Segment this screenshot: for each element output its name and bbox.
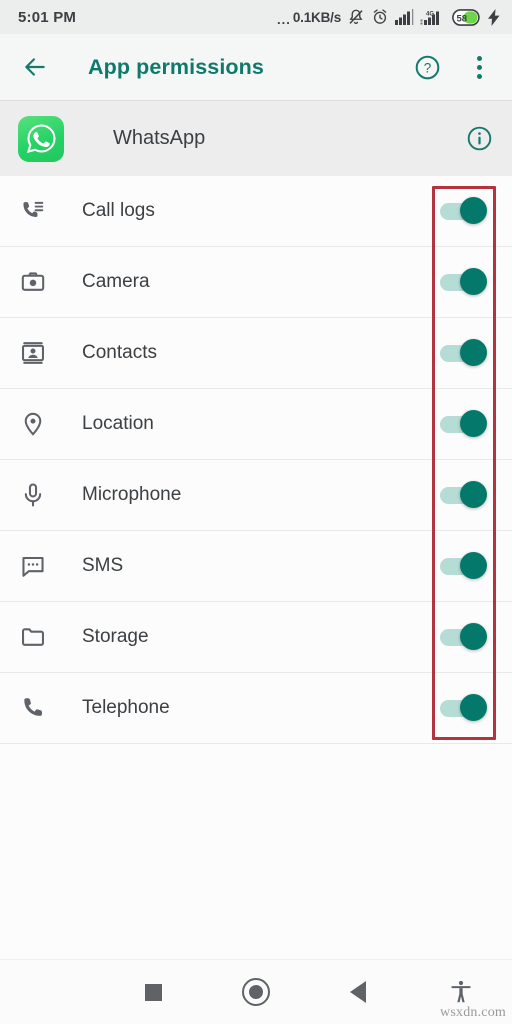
call-logs-icon [16, 194, 50, 228]
status-bar: 5:01 PM ... 0.1KB/s 4G 58 [0, 0, 512, 34]
permission-row-call-logs[interactable]: Call logs [0, 176, 512, 247]
network-activity-dots-icon: ... [277, 11, 291, 27]
kebab-menu-icon [476, 55, 482, 79]
permission-row-location[interactable]: Location [0, 389, 512, 460]
screen: 5:01 PM ... 0.1KB/s 4G 58 App permission… [0, 0, 512, 1024]
app-bar-actions: ? [412, 52, 494, 82]
toggle-thumb [460, 623, 487, 650]
phone-icon [16, 691, 50, 725]
status-bar-icons: ... 0.1KB/s 4G 58 [277, 8, 500, 26]
location-pin-icon [16, 407, 50, 441]
signal-bars-icon [395, 9, 414, 25]
permission-toggle-location[interactable] [438, 410, 494, 438]
permission-toggle-telephone[interactable] [438, 694, 494, 722]
home-button[interactable] [205, 960, 307, 1024]
toggle-thumb [460, 197, 487, 224]
app-info-button[interactable] [464, 124, 494, 154]
sms-icon [16, 549, 50, 583]
square-icon [145, 983, 163, 1001]
permission-label: Microphone [82, 484, 182, 505]
toggle-thumb [460, 694, 487, 721]
info-icon [467, 126, 491, 151]
permission-toggle-sms[interactable] [438, 552, 494, 580]
permission-row-telephone[interactable]: Telephone [0, 673, 512, 744]
microphone-icon [16, 478, 50, 512]
permission-row-storage[interactable]: Storage [0, 602, 512, 673]
app-header-row[interactable]: WhatsApp [0, 100, 512, 176]
network-speed-value: 0.1KB/s [292, 9, 341, 25]
status-bar-time: 5:01 PM [18, 8, 77, 26]
network-speed-indicator: ... 0.1KB/s [277, 9, 341, 27]
triangle-icon [350, 981, 367, 1003]
permission-toggle-camera[interactable] [438, 268, 494, 296]
permission-row-contacts[interactable]: Contacts [0, 318, 512, 389]
permission-toggle-storage[interactable] [438, 623, 494, 651]
camera-icon [16, 265, 50, 299]
permission-label: Telephone [82, 697, 170, 718]
permission-label: Contacts [82, 342, 157, 363]
back-arrow-icon [25, 58, 45, 76]
permission-label: Location [82, 413, 154, 434]
permission-toggle-contacts[interactable] [438, 339, 494, 367]
permission-label: Call logs [82, 200, 155, 221]
bell-muted-icon [347, 8, 365, 26]
back-button[interactable] [18, 50, 52, 84]
contacts-icon [16, 336, 50, 370]
permission-toggle-call-logs[interactable] [438, 197, 494, 225]
permission-label: Camera [82, 271, 150, 292]
permission-row-microphone[interactable]: Microphone [0, 460, 512, 531]
permission-label: Storage [82, 626, 149, 647]
circle-icon [242, 978, 271, 1006]
accessibility-icon [451, 980, 471, 1003]
battery-icon: 58 [452, 8, 482, 26]
page-title: App permissions [88, 54, 264, 79]
toggle-thumb [460, 410, 487, 437]
toggle-thumb [460, 268, 487, 295]
overflow-menu-button[interactable] [464, 52, 494, 82]
toggle-thumb [460, 552, 487, 579]
toggle-thumb [460, 339, 487, 366]
signal-4g-icon: 4G [420, 9, 446, 25]
system-navigation-bar: wsxdn.com [0, 959, 512, 1024]
toggle-thumb [460, 481, 487, 508]
charging-bolt-icon [488, 8, 500, 26]
help-circle-icon: ? [415, 55, 439, 79]
svg-text:?: ? [423, 60, 431, 75]
app-name-label: WhatsApp [113, 127, 206, 149]
watermark: wsxdn.com [440, 1005, 506, 1020]
app-bar: App permissions ? [0, 34, 512, 100]
back-button-nav[interactable] [307, 960, 409, 1024]
permissions-list: Call logs Camera Contacts Location Micro… [0, 176, 512, 744]
help-button[interactable]: ? [412, 52, 442, 82]
permission-row-sms[interactable]: SMS [0, 531, 512, 602]
battery-percent-label: 58 [457, 13, 468, 24]
whatsapp-icon [18, 115, 64, 162]
folder-icon [16, 620, 50, 654]
alarm-clock-icon [371, 8, 389, 26]
recents-button[interactable] [102, 960, 204, 1024]
permission-row-camera[interactable]: Camera [0, 247, 512, 318]
permission-label: SMS [82, 555, 124, 576]
permission-toggle-microphone[interactable] [438, 481, 494, 509]
